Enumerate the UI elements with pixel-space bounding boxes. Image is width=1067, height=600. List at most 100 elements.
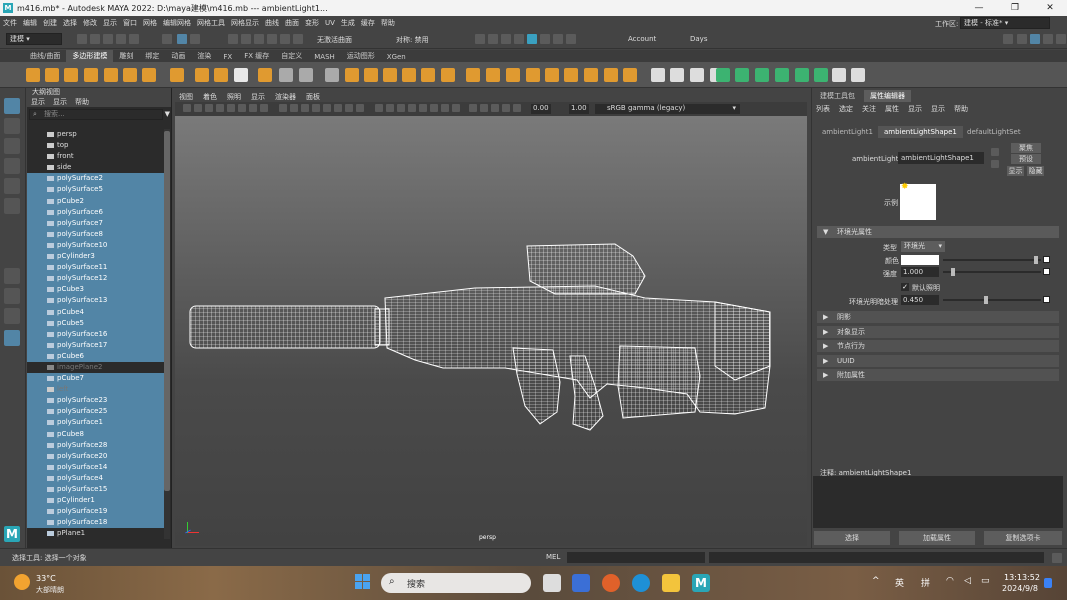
shelf-tool-icon[interactable] xyxy=(526,68,540,82)
shelf-tab[interactable]: FX xyxy=(217,52,238,62)
maximize-button[interactable]: ❐ xyxy=(999,0,1031,16)
collapsed-section[interactable]: ▶ 对象显示 xyxy=(817,325,1059,338)
shelf-tool-icon[interactable] xyxy=(383,68,397,82)
edge-browser-icon[interactable] xyxy=(632,574,650,592)
viewport-toolbar-icon[interactable] xyxy=(238,104,246,112)
shelf-tab[interactable]: 自定义 xyxy=(275,50,308,62)
viewport-toolbar-icon[interactable] xyxy=(205,104,213,112)
menu-item[interactable]: 修改 xyxy=(80,18,100,28)
viewport-toolbar-icon[interactable] xyxy=(227,104,235,112)
select-object-icon[interactable] xyxy=(177,34,187,44)
shelf-tool-icon[interactable] xyxy=(735,68,749,82)
shelf-tool-icon[interactable] xyxy=(466,68,480,82)
attribute-editor-icon[interactable] xyxy=(1030,34,1040,44)
menu-item[interactable]: 生成 xyxy=(338,18,358,28)
save-scene-icon[interactable] xyxy=(103,34,113,44)
notes-textarea[interactable] xyxy=(813,476,1063,528)
outliner-item[interactable]: pCube5 xyxy=(27,317,164,329)
snap-curve-icon[interactable] xyxy=(241,34,251,44)
wifi-icon[interactable]: ◠ xyxy=(946,576,954,586)
shelf-tool-icon[interactable] xyxy=(814,68,828,82)
viewport-menu-item[interactable]: 面板 xyxy=(306,92,320,102)
shelf-tool-icon[interactable] xyxy=(45,68,59,82)
node-tab-ambientlight1[interactable]: ambientLight1 xyxy=(816,126,879,138)
security-shield-icon[interactable] xyxy=(572,574,590,592)
outliner-item[interactable]: polySurface23 xyxy=(27,395,164,407)
shelf-tool-icon[interactable] xyxy=(325,68,339,82)
shelf-tab[interactable]: 雕刻 xyxy=(113,50,139,62)
search-dropdown-icon[interactable]: ▼ xyxy=(165,110,170,119)
volume-icon[interactable]: ◁ xyxy=(964,576,971,586)
intensity-slider-handle[interactable] xyxy=(951,268,955,276)
viewport-toolbar-icon[interactable] xyxy=(452,104,460,112)
redo-icon[interactable] xyxy=(129,34,139,44)
snap-plane-icon[interactable] xyxy=(267,34,277,44)
outliner-item[interactable]: polySurface5 xyxy=(27,184,164,196)
shelf-tool-icon[interactable] xyxy=(402,68,416,82)
collapsed-section[interactable]: ▶ UUID xyxy=(817,354,1059,367)
open-scene-icon[interactable] xyxy=(90,34,100,44)
four-view-icon[interactable] xyxy=(4,288,20,304)
menu-item[interactable]: 帮助 xyxy=(378,18,398,28)
color-map-button-icon[interactable] xyxy=(1043,256,1050,263)
shelf-tool-icon[interactable] xyxy=(851,68,865,82)
clock-time[interactable]: 13:13:52 xyxy=(1004,573,1040,582)
outliner-item[interactable]: pCube3 xyxy=(27,284,164,296)
outliner-item[interactable]: polySurface19 xyxy=(27,506,164,518)
ambient-shade-slider-handle[interactable] xyxy=(984,296,988,304)
render-icon[interactable] xyxy=(475,34,485,44)
collapsed-section[interactable]: ▶ 附加属性 xyxy=(817,369,1059,381)
color-slider[interactable] xyxy=(943,259,1041,261)
shelf-tool-icon[interactable] xyxy=(64,68,78,82)
battery-icon[interactable]: ▭ xyxy=(981,576,990,586)
shelf-tool-icon[interactable] xyxy=(26,68,40,82)
shelf-tab[interactable]: FX 缓存 xyxy=(238,50,275,62)
outliner-item[interactable]: pCube8 xyxy=(27,428,164,440)
outliner-item[interactable]: pCube4 xyxy=(27,306,164,318)
ime-mode-indicator[interactable]: 拼 xyxy=(921,576,930,589)
ambient-shade-slider[interactable] xyxy=(943,299,1041,301)
viewport-toolbar-icon[interactable] xyxy=(183,104,191,112)
viewport-toolbar-icon[interactable] xyxy=(345,104,353,112)
account-link[interactable]: Account xyxy=(628,35,656,43)
modeling-toolkit-icon[interactable] xyxy=(1056,34,1066,44)
single-view-icon[interactable] xyxy=(4,268,20,284)
shelf-tool-icon[interactable] xyxy=(486,68,500,82)
outliner-item[interactable]: polySurface20 xyxy=(27,450,164,462)
shelf-tool-icon[interactable] xyxy=(832,68,846,82)
outliner-item[interactable]: left xyxy=(27,384,164,396)
shelf-tab[interactable]: 运动图形 xyxy=(341,50,381,62)
outliner-item[interactable]: side xyxy=(27,162,164,173)
outliner-item[interactable]: front xyxy=(27,151,164,162)
shelf-tab[interactable]: 曲线/曲面 xyxy=(24,50,66,62)
light-type-dropdown[interactable]: 环境光 ▾ xyxy=(901,241,945,252)
script-editor-icon[interactable] xyxy=(1052,553,1062,563)
shelf-tool-icon[interactable] xyxy=(604,68,618,82)
shelf-tool-icon[interactable] xyxy=(670,68,684,82)
new-scene-icon[interactable] xyxy=(77,34,87,44)
viewport-menu-item[interactable]: 照明 xyxy=(227,92,241,102)
viewport-toolbar-icon[interactable] xyxy=(386,104,394,112)
shelf-tool-icon[interactable] xyxy=(123,68,137,82)
snap-view-icon[interactable] xyxy=(293,34,303,44)
attribute-editor-menu-item[interactable]: 显示 xyxy=(931,104,945,114)
outliner-search-input[interactable]: ⌕ 搜索... ▼ xyxy=(29,109,170,120)
show-button[interactable]: 显示 xyxy=(1007,166,1024,176)
hide-button[interactable]: 隐藏 xyxy=(1027,166,1044,176)
viewport-toolbar-icon[interactable] xyxy=(334,104,342,112)
focus-button[interactable]: 聚焦 xyxy=(1011,143,1041,153)
shelf-tool-icon[interactable] xyxy=(84,68,98,82)
live-surface-label[interactable]: 无激活曲面 xyxy=(317,35,352,45)
viewport-menu-item[interactable]: 视图 xyxy=(179,92,193,102)
persp-outliner-icon[interactable] xyxy=(4,308,20,324)
viewport-toolbar-icon[interactable] xyxy=(216,104,224,112)
lasso-tool-icon[interactable] xyxy=(4,118,20,134)
weather-label[interactable]: 大部晴朗 xyxy=(36,585,64,595)
viewport-menu-item[interactable]: 渲染器 xyxy=(275,92,296,102)
intensity-field[interactable]: 1.000 xyxy=(901,267,939,277)
select-button[interactable]: 选择 xyxy=(814,531,890,545)
shelf-tool-icon[interactable] xyxy=(506,68,520,82)
viewport-toolbar-icon[interactable] xyxy=(441,104,449,112)
outliner-item[interactable]: pCube6 xyxy=(27,350,164,362)
light-editor-icon[interactable] xyxy=(553,34,563,44)
